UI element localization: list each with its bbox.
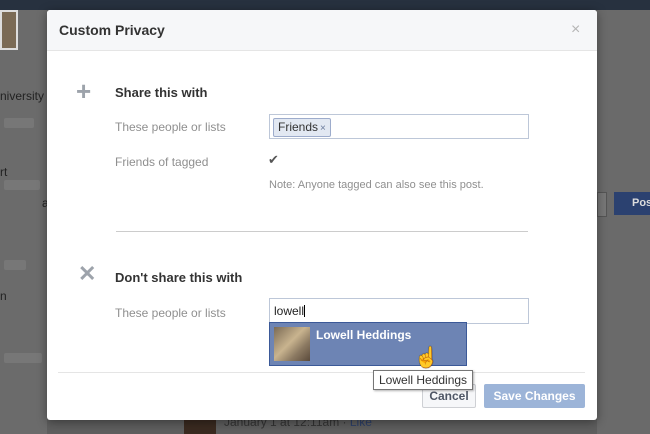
dont-share-section-title: Don't share this with [115,270,243,285]
left-column: niversity rt a n [0,10,49,434]
custom-privacy-dialog: Custom Privacy × + Share this with These… [47,10,597,420]
bg-text-n: n [0,289,7,303]
friends-of-tagged-checkbox[interactable]: ✔ [268,152,279,168]
blurred-text [4,180,40,190]
token-remove-icon[interactable]: × [320,123,326,134]
x-icon: ✕ [78,261,97,286]
blurred-text [4,353,42,363]
post-button: Pos [614,192,650,215]
section-divider [116,231,528,232]
dont-share-input-value: lowell [274,304,305,318]
suggestion-avatar [274,327,310,361]
blurred-text [4,118,34,128]
token-label: Friends [278,120,319,134]
friends-token: Friends × [273,118,331,137]
save-changes-button[interactable]: Save Changes [484,384,585,408]
dialog-header: Custom Privacy × [47,10,597,51]
tagged-note: Note: Anyone tagged can also see this po… [269,179,484,191]
share-people-input[interactable]: Friends × [269,114,529,139]
dont-share-people-label: These people or lists [115,306,226,320]
profile-avatar [0,10,18,50]
plus-icon: + [76,76,92,106]
bg-text-university: niversity [0,89,45,103]
share-section-title: Share this with [115,85,208,100]
suggestion-item[interactable]: Lowell Heddings ☝ [269,322,467,369]
dont-share-people-input[interactable]: lowell [269,298,529,324]
suggestion-tooltip: Lowell Heddings [373,370,474,390]
top-bar [0,0,650,10]
hand-cursor-icon: ☝ [414,347,439,369]
dialog-title: Custom Privacy [59,22,165,38]
right-column [597,10,650,434]
blurred-text [4,260,26,270]
share-people-label: These people or lists [115,120,226,134]
suggestion-name: Lowell Heddings [316,328,412,342]
bg-text-rt: rt [0,165,8,179]
close-icon[interactable]: × [571,21,580,39]
friends-of-tagged-label: Friends of tagged [115,155,209,169]
bg-input-edge [597,192,607,217]
text-caret [304,305,306,317]
footer-divider [58,372,585,373]
